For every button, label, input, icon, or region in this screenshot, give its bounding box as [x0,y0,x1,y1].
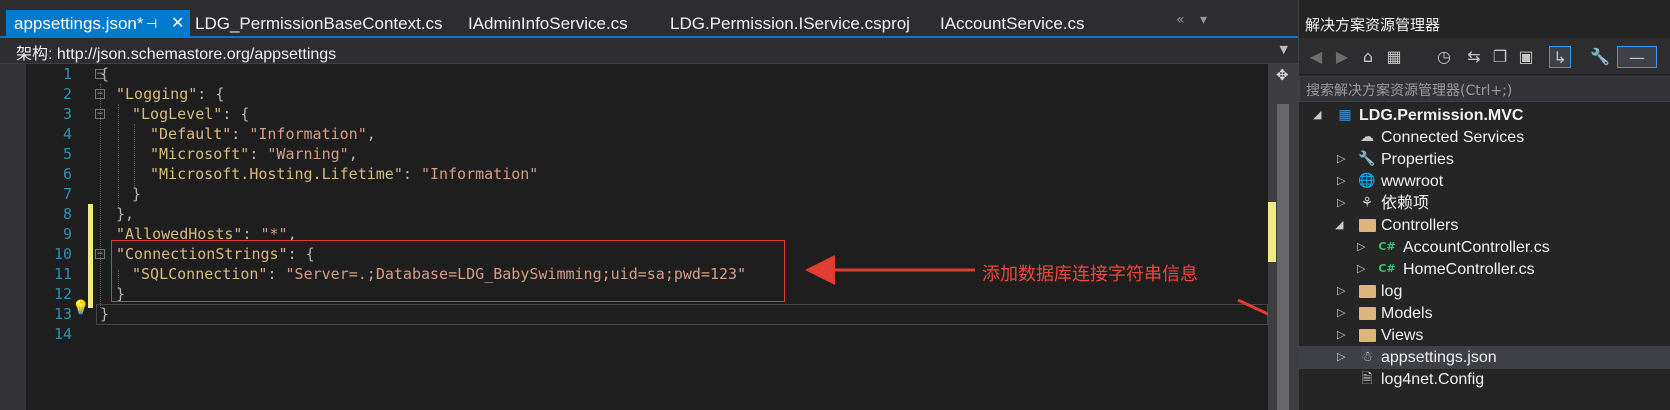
tree-item-label: 依赖项 [1381,195,1430,212]
tree-item-controllers[interactable]: ◢ Controllers [1299,214,1670,237]
solution-search-input[interactable]: 搜索解决方案资源管理器(Ctrl+;) [1299,76,1670,102]
tab-appsettings-json[interactable]: appsettings.json* ⊣ ✕ [6,10,190,38]
tree-item-account-controller[interactable]: ▷ C# AccountController.cs [1299,236,1670,259]
pin-icon[interactable]: ⊣ [146,10,157,38]
document-tab-strip: appsettings.json* ⊣ ✕ LDG_PermissionBase… [0,0,1298,38]
solution-tree: ◢ ▦ LDG.Permission.MVC ☁ Connected Servi… [1299,104,1670,410]
annotation-arrows [805,255,1298,330]
chevron-down-icon[interactable]: ▼ [1280,43,1288,56]
tree-item-log4net-config[interactable]: 🗎 log4net.Config [1299,368,1670,391]
panel-title: 解决方案资源管理器 [1305,16,1441,34]
expand-arrow-icon[interactable]: ▷ [1357,262,1365,275]
expand-arrow-icon[interactable]: ▷ [1337,174,1345,187]
tab-label: appsettings.json* [14,14,144,33]
folder-icon [1357,282,1377,300]
tree-item-properties[interactable]: ▷ 🔧 Properties [1299,148,1670,171]
preview-selected-icon[interactable]: ↳ [1549,46,1571,68]
home-icon[interactable]: ⌂ [1357,46,1379,68]
forward-icon[interactable]: ▶ [1331,46,1353,68]
pending-changes-icon[interactable]: ◷ [1433,46,1455,68]
tree-item-views[interactable]: ▷ Views [1299,324,1670,347]
tab-ldg-permission-base-context[interactable]: LDG_PermissionBaseContext.cs [195,10,443,38]
annotation-text: 添加数据库连接字符串信息 [982,264,1198,285]
tree-item-project[interactable]: ◢ ▦ LDG.Permission.MVC [1299,104,1670,127]
expand-arrow-icon[interactable]: ▷ [1337,328,1345,341]
folder-open-icon [1357,216,1377,234]
tree-item-log[interactable]: ▷ log [1299,280,1670,303]
tree-item-appsettings-json[interactable]: ▷ ☃ appsettings.json [1299,346,1670,369]
tab-label: IAdminInfoService.cs [468,14,628,33]
globe-icon: 🌐 [1358,173,1376,189]
schema-prefix: 架构: [16,46,53,63]
expand-arrow-icon[interactable]: ▷ [1337,284,1345,297]
csharp-file-icon: C# [1378,262,1396,275]
tree-item-label: log [1381,283,1403,300]
tree-item-label: Views [1381,327,1424,344]
close-icon[interactable]: ✕ [171,10,184,38]
web-project-icon: ▦ [1338,107,1352,123]
collapse-arrow-icon[interactable]: ◢ [1335,218,1343,231]
properties-wrench-icon[interactable]: 🔧 [1589,46,1611,68]
show-all-files-icon[interactable]: ▣ [1515,46,1537,68]
expand-arrow-icon[interactable]: ▷ [1337,196,1345,209]
tree-item-label: LDG.Permission.MVC [1359,107,1524,124]
tree-item-label: wwwroot [1381,173,1444,190]
solution-explorer-toolbar: ◀ ▶ ⌂ ▦ ◷ ⇆ ❐ ▣ ↳ 🔧 — [1299,38,1670,74]
tab-ldg-permission-iservice-csproj[interactable]: LDG.Permission.IService.csproj [670,10,910,38]
sync-icon[interactable]: ⇆ [1463,46,1485,68]
expand-arrow-icon[interactable]: ▷ [1337,306,1345,319]
tab-label: LDG.Permission.IService.csproj [670,14,910,33]
schema-bar[interactable]: 架构: http://json.schemastore.org/appsetti… [0,38,1298,64]
tree-item-label: Controllers [1381,217,1459,234]
back-icon[interactable]: ◀ [1305,46,1327,68]
tab-label: LDG_PermissionBaseContext.cs [195,14,443,33]
dependencies-icon: ⚘ [1360,195,1374,211]
more-tools-icon[interactable]: — [1617,46,1657,68]
split-icon[interactable]: ✥ [1276,66,1289,84]
tab-iaccountservice[interactable]: IAccountService.cs [940,10,1085,38]
expand-arrow-icon[interactable]: ▷ [1337,152,1345,165]
tree-item-connected-services[interactable]: ☁ Connected Services [1299,126,1670,149]
collapse-all-icon[interactable]: ❐ [1489,46,1511,68]
collapse-arrow-icon[interactable]: ◢ [1313,108,1321,121]
tree-item-label: AccountController.cs [1403,239,1550,256]
tree-item-label: HomeController.cs [1403,261,1535,278]
solution-explorer-panel: 解决方案资源管理器 ◀ ▶ ⌂ ▦ ◷ ⇆ ❐ ▣ ↳ 🔧 — 搜索解决方案资源… [1298,0,1670,410]
folder-icon [1357,326,1377,344]
cloud-icon: ☁ [1360,129,1374,145]
tree-item-label: appsettings.json [1381,349,1497,366]
expand-arrow-icon[interactable]: ▷ [1337,350,1345,363]
tree-item-wwwroot[interactable]: ▷ 🌐 wwwroot [1299,170,1670,193]
folder-icon [1357,304,1377,322]
tree-item-models[interactable]: ▷ Models [1299,302,1670,325]
tree-item-home-controller[interactable]: ▷ C# HomeController.cs [1299,258,1670,281]
tree-item-label: log4net.Config [1381,371,1485,388]
switch-views-icon[interactable]: ▦ [1383,46,1405,68]
tab-label: IAccountService.cs [940,14,1085,33]
tree-item-label: Connected Services [1381,129,1525,146]
csharp-file-icon: C# [1378,240,1396,253]
tree-item-label: Models [1381,305,1433,322]
tree-item-label: Properties [1381,151,1454,168]
scrollbar-thumb[interactable] [1277,104,1289,410]
json-file-icon: ☃ [1360,349,1374,365]
tab-dropdown-icon[interactable]: ▾ [1200,12,1207,28]
wrench-icon: 🔧 [1358,151,1376,167]
schema-url: http://json.schemastore.org/appsettings [56,46,337,63]
search-placeholder: 搜索解决方案资源管理器(Ctrl+;) [1306,83,1513,99]
config-file-icon: 🗎 [1361,371,1373,387]
tree-item-dependencies[interactable]: ▷ ⚘ 依赖项 [1299,192,1670,215]
tab-iadmininfoservice[interactable]: IAdminInfoService.cs [468,10,628,38]
code-editor[interactable]: − − − − 💡 1 { 2 "Logging": { 3 "LogLevel… [0,64,1298,410]
change-overview-marker [1268,202,1276,262]
expand-arrow-icon[interactable]: ▷ [1357,240,1365,253]
tab-overflow-icon[interactable]: « [1176,12,1185,28]
schema-label: 架构: http://json.schemastore.org/appsetti… [16,40,336,64]
